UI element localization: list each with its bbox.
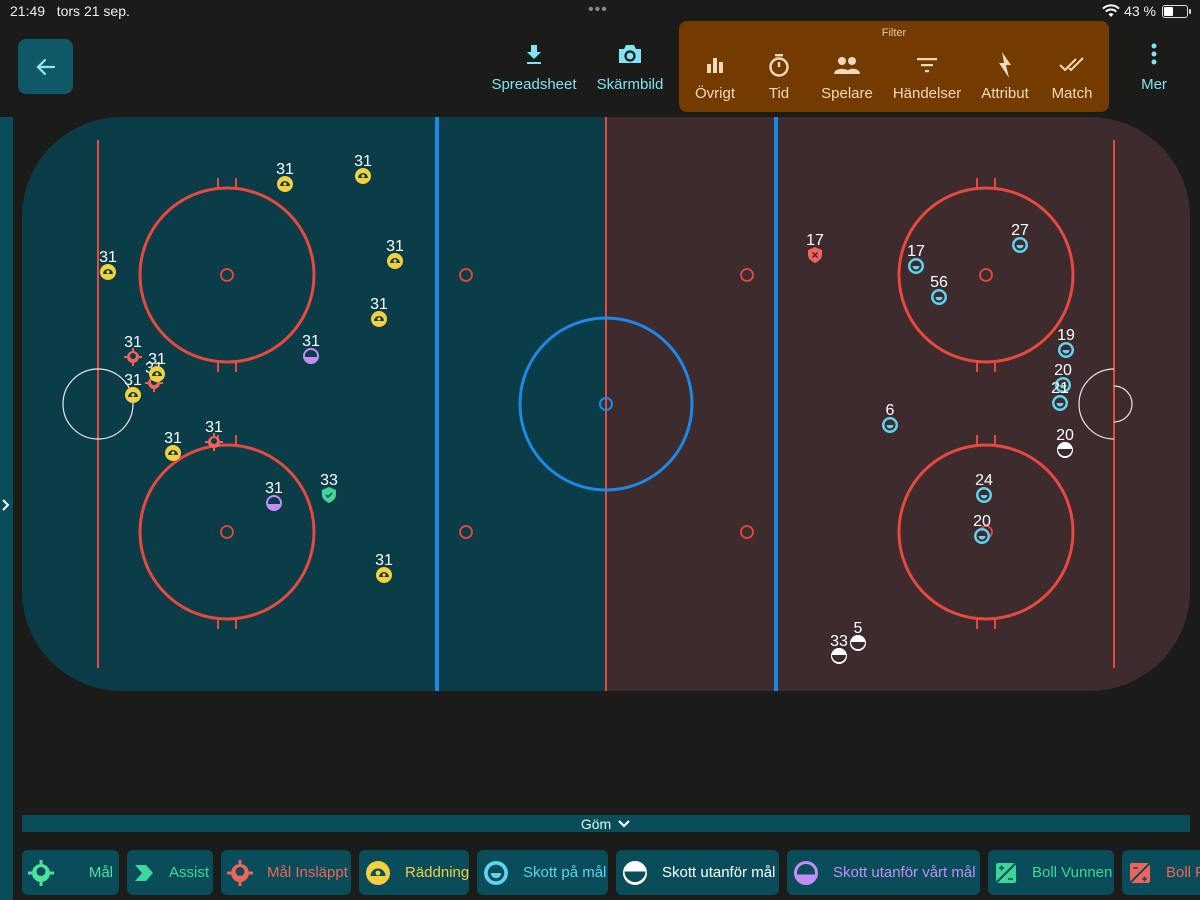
event-marker-shot-on-goal[interactable]: 27 <box>1011 222 1029 253</box>
assist-chevron-icon <box>133 860 155 886</box>
legend-goal-against[interactable]: Mål Insläppt <box>221 850 351 895</box>
legend-ball-lost[interactable]: Boll Förlorad <box>1122 850 1200 895</box>
player-number: 20 <box>973 513 991 530</box>
shot-wide-icon <box>622 860 648 886</box>
rink-canvas[interactable]: 3131313131313131313131313133311717275619… <box>0 0 1200 900</box>
player-number: 31 <box>276 161 294 178</box>
player-number: 5 <box>854 620 863 637</box>
event-marker-shot-wide[interactable]: 33 <box>830 633 848 664</box>
player-number: 33 <box>830 633 848 650</box>
player-number: 31 <box>148 351 166 368</box>
player-number: 31 <box>302 333 320 350</box>
legend-shot-wide[interactable]: Skott utanför mål <box>616 850 779 895</box>
player-number: 21 <box>1051 380 1069 397</box>
event-marker-save[interactable]: 31 <box>164 430 182 461</box>
player-number: 31 <box>99 249 117 266</box>
event-marker-save[interactable]: 31 <box>386 238 404 269</box>
event-marker-save[interactable]: 31 <box>124 372 142 403</box>
legend-label: Skott utanför vårt mål <box>833 864 976 881</box>
event-legend: Mål Assist Mål Insläppt Räddning Skott p… <box>22 850 1200 895</box>
player-number: 31 <box>386 238 404 255</box>
legend-assist[interactable]: Assist <box>127 850 213 895</box>
legend-label: Mål Insläppt <box>267 864 348 881</box>
hide-label: Göm <box>580 815 612 832</box>
event-marker-shot-on-goal[interactable]: 19 <box>1057 327 1075 358</box>
event-marker-save[interactable]: 31 <box>354 153 372 184</box>
player-number: 31 <box>265 480 283 497</box>
player-number: 31 <box>164 430 182 447</box>
save-icon <box>365 860 391 886</box>
event-marker-save[interactable]: 31 <box>99 249 117 280</box>
legend-label: Assist <box>169 864 210 881</box>
legend-save[interactable]: Räddning <box>359 850 469 895</box>
player-number: 20 <box>1056 427 1074 444</box>
player-number: 56 <box>930 274 948 291</box>
goal-target-icon <box>28 859 54 886</box>
event-marker-shot-on-goal[interactable]: 56 <box>930 274 948 305</box>
legend-label: Boll Vunnen <box>1032 864 1113 881</box>
legend-label: Mål <box>88 864 113 881</box>
player-number: 17 <box>907 243 925 260</box>
player-number: 33 <box>320 472 338 489</box>
hide-legend-button[interactable]: Göm <box>22 815 1190 832</box>
player-number: 31 <box>354 153 372 170</box>
event-marker-shot-on-goal[interactable]: 17 <box>907 243 925 274</box>
home-half <box>22 117 606 691</box>
event-marker-shot-on-goal[interactable]: 24 <box>975 472 993 503</box>
event-marker-shot-on-goal[interactable]: 21 <box>1051 380 1069 411</box>
player-number: 31 <box>205 419 223 436</box>
event-marker-save[interactable]: 31 <box>375 552 393 583</box>
player-number: 17 <box>806 232 824 249</box>
legend-label: Skott på mål <box>523 864 607 881</box>
legend-shot-wide-against[interactable]: Skott utanför vårt mål <box>787 850 980 895</box>
player-number: 31 <box>370 296 388 313</box>
away-half <box>606 117 1190 691</box>
legend-goal[interactable]: Mål <box>22 850 119 895</box>
event-marker-save[interactable]: 31 <box>276 161 294 192</box>
player-number: 19 <box>1057 327 1075 344</box>
legend-label: Boll Förlorad <box>1166 864 1200 881</box>
player-number: 24 <box>975 472 993 489</box>
player-number: 6 <box>886 402 895 419</box>
chevron-down-icon <box>618 819 630 828</box>
event-marker-shot-wide-against[interactable]: 31 <box>265 480 283 511</box>
shot-wide-against-icon <box>793 860 819 886</box>
ball-lost-icon <box>1128 860 1152 886</box>
player-number: 31 <box>375 552 393 569</box>
event-marker-save[interactable]: 31 <box>370 296 388 327</box>
event-marker-shot-wide[interactable]: 20 <box>1056 427 1074 458</box>
event-marker-shot-on-goal[interactable]: 20 <box>973 513 991 544</box>
shot-on-goal-icon <box>483 860 509 886</box>
event-marker-shot-wide-against[interactable]: 31 <box>302 333 320 364</box>
event-marker-save[interactable]: 31 <box>148 351 166 382</box>
legend-ball-won[interactable]: Boll Vunnen <box>988 850 1114 895</box>
legend-label: Räddning <box>405 864 470 881</box>
player-number: 20 <box>1054 362 1072 379</box>
legend-shot-on-goal[interactable]: Skott på mål <box>477 850 608 895</box>
player-number: 31 <box>124 334 142 351</box>
player-number: 27 <box>1011 222 1029 239</box>
goal-against-target-icon <box>227 859 253 886</box>
player-number: 31 <box>124 372 142 389</box>
ball-won-icon <box>994 860 1018 886</box>
legend-label: Skott utanför mål <box>662 864 776 881</box>
